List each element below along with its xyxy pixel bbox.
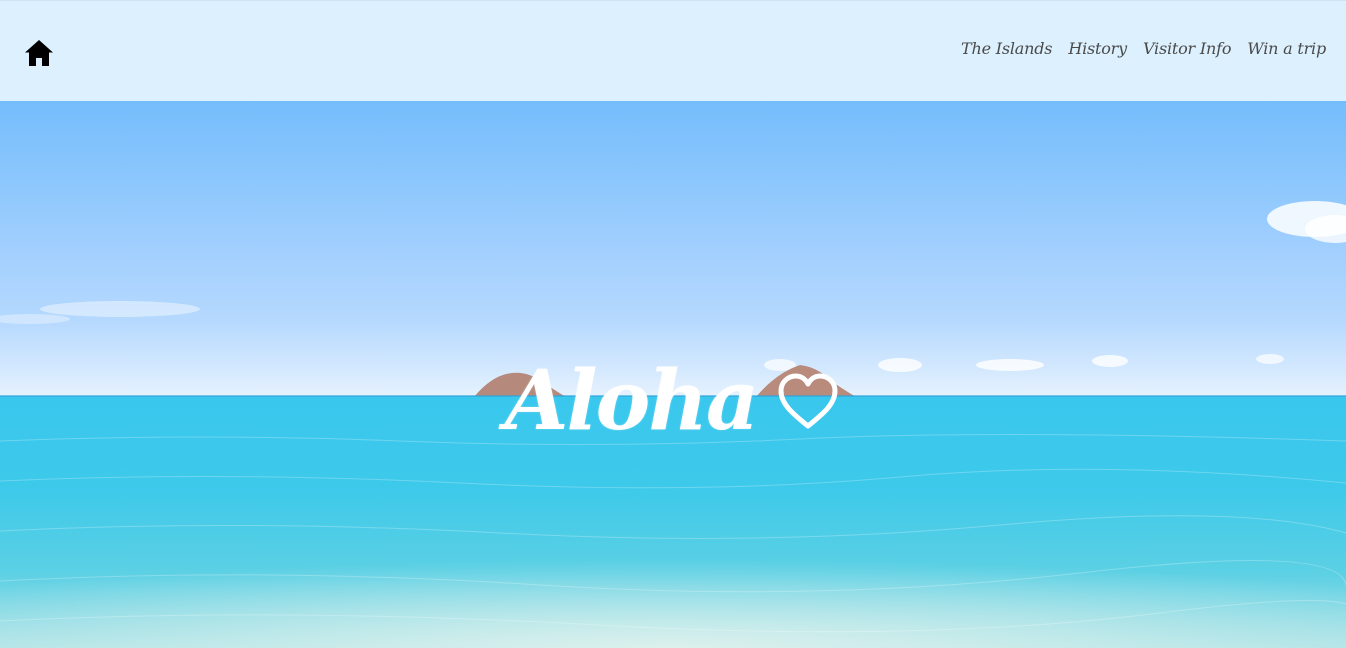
heart-icon — [775, 372, 841, 432]
hero-title-text: Aloha — [504, 353, 759, 449]
nav-link-win-a-trip[interactable]: Win a trip — [1247, 39, 1326, 58]
nav-link-visitor-info[interactable]: Visitor Info — [1143, 39, 1231, 58]
main-nav: The Islands History Visitor Info Win a t… — [961, 39, 1326, 58]
nav-link-the-islands[interactable]: The Islands — [961, 39, 1052, 58]
hero-banner: Aloha — [0, 101, 1346, 648]
home-icon — [25, 40, 53, 66]
nav-link-history[interactable]: History — [1068, 39, 1127, 58]
top-navigation-bar: The Islands History Visitor Info Win a t… — [0, 0, 1346, 101]
home-link[interactable] — [23, 38, 55, 68]
hero-heading: Aloha — [0, 351, 1346, 451]
